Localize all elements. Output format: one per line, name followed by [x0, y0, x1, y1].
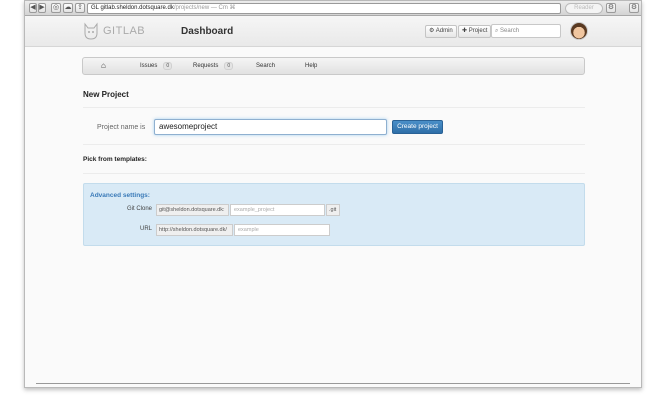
- project-name-label: Project name is: [97, 124, 146, 131]
- settings-icon[interactable]: ⚙: [629, 3, 639, 13]
- nav-item-requests[interactable]: Requests 0: [193, 58, 234, 74]
- nav-item-search[interactable]: Search: [256, 58, 275, 74]
- url-path: /projects/new — Cm ⌘: [173, 5, 236, 11]
- app-header: GITLAB Dashboard ⚙ Admin ✚ Project ⌕ Sea…: [25, 16, 641, 47]
- reader-button[interactable]: Reader: [565, 3, 603, 14]
- git-clone-prefix: git@sheldon.dotsquare.dk:: [156, 204, 229, 216]
- address-bar[interactable]: GL gitlab.sheldon.dotsquare.dk/projects/…: [87, 3, 561, 14]
- cat-logo-icon: [84, 22, 98, 40]
- project-name-input[interactable]: awesomeproject: [154, 119, 387, 135]
- url-host: GL gitlab.sheldon.dotsquare.dk: [91, 5, 174, 11]
- issues-count-badge: 0: [163, 62, 173, 70]
- git-clone-input[interactable]: example_project: [230, 204, 325, 216]
- templates-label: Pick from templates:: [83, 156, 147, 163]
- search-icon: ⌕: [495, 28, 499, 34]
- page-title: Dashboard: [181, 26, 234, 37]
- new-project-button[interactable]: ✚ Project: [458, 25, 492, 38]
- plus-icon: ✚: [462, 28, 468, 34]
- nav-item-label: Issues: [140, 63, 158, 69]
- gitlab-logo[interactable]: GITLAB: [83, 22, 146, 40]
- nav-item-help[interactable]: Help: [305, 58, 317, 74]
- url-prefix: http://sheldon.dotsquare.dk/: [156, 224, 233, 236]
- divider: [83, 173, 585, 174]
- create-project-button[interactable]: Create project: [392, 120, 443, 134]
- nav-item-issues[interactable]: Issues 0: [140, 58, 173, 74]
- project-label: Project: [468, 28, 488, 34]
- new-project-heading: New Project: [83, 90, 129, 99]
- admin-label: Admin: [435, 28, 453, 34]
- forward-icon[interactable]: ▶: [38, 3, 46, 13]
- home-icon[interactable]: ⌂: [101, 58, 106, 74]
- cloud-icon[interactable]: ☁: [63, 3, 73, 13]
- tabs-icon[interactable]: ◎: [51, 3, 61, 13]
- browser-toolbar: ◀ ▶ ◎ ☁ ⇪ GL gitlab.sheldon.dotsquare.dk…: [25, 1, 641, 16]
- avatar[interactable]: [570, 22, 588, 40]
- url-input[interactable]: example: [234, 224, 330, 236]
- share-icon[interactable]: ⇪: [75, 3, 85, 13]
- gear-icon[interactable]: ⚙: [606, 3, 616, 13]
- main-nav: ⌂ Issues 0 Requests 0 Search Help: [82, 57, 585, 75]
- window-shadow-line: [36, 383, 630, 384]
- admin-button[interactable]: ⚙ Admin: [425, 25, 457, 38]
- gear-icon: ⚙: [429, 28, 435, 34]
- logo-text: GITLAB: [103, 25, 146, 37]
- requests-count-badge: 0: [224, 62, 234, 70]
- search-input[interactable]: ⌕ Search: [491, 24, 561, 38]
- browser-window: ◀ ▶ ◎ ☁ ⇪ GL gitlab.sheldon.dotsquare.dk…: [24, 0, 642, 388]
- divider: [83, 107, 585, 108]
- search-placeholder: Search: [500, 28, 520, 34]
- nav-item-label: Requests: [193, 63, 219, 69]
- advanced-settings-title: Advanced settings:: [90, 192, 150, 199]
- back-icon[interactable]: ◀: [29, 3, 37, 13]
- divider: [83, 144, 585, 145]
- url-label: URL: [139, 226, 152, 232]
- advanced-settings-panel: Advanced settings: Git Clone git@sheldon…: [83, 183, 585, 246]
- git-clone-label: Git Clone: [126, 206, 152, 212]
- git-clone-suffix: .git: [326, 204, 340, 216]
